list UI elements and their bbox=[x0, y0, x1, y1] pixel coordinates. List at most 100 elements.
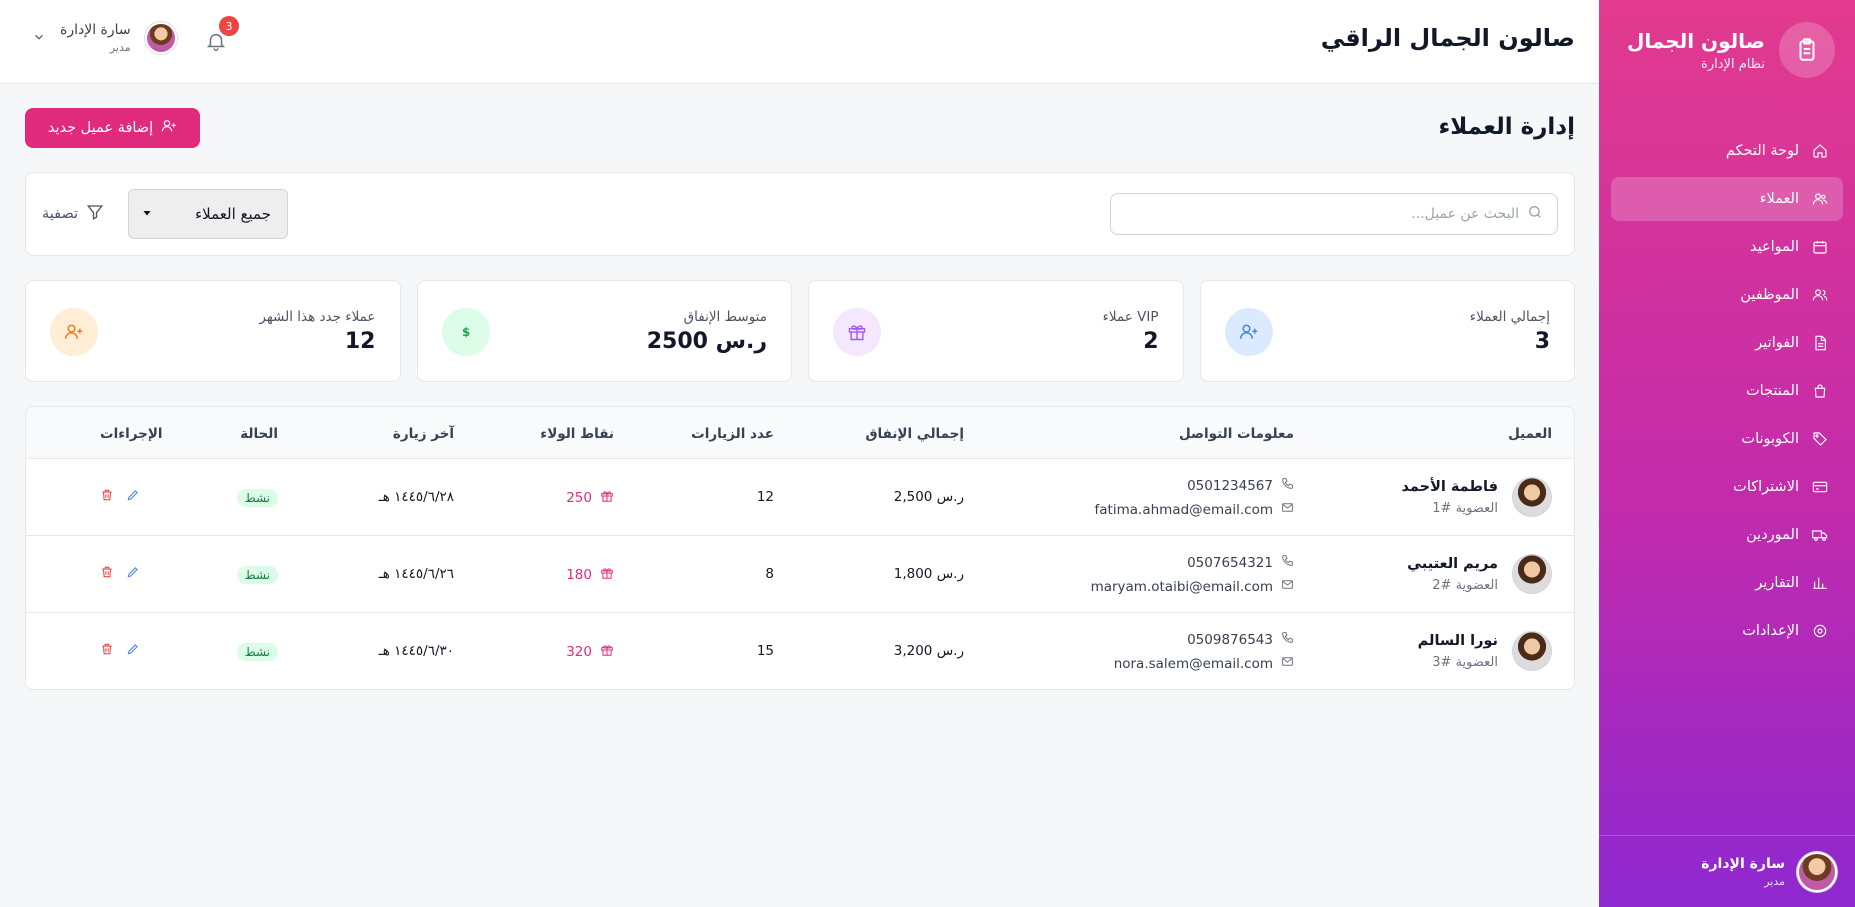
brand-title: صالون الجمال bbox=[1627, 28, 1765, 53]
brand: صالون الجمال نظام الإدارة bbox=[1599, 0, 1855, 78]
sidebar-item-label: الفواتير bbox=[1755, 335, 1799, 351]
stat-value: 3 bbox=[1534, 329, 1550, 354]
client-filter-select[interactable]: جميع العملاء bbox=[128, 189, 288, 239]
stat-value: 2 bbox=[1143, 329, 1159, 354]
sidebar-item-home[interactable]: لوحة التحكم bbox=[1611, 129, 1843, 173]
sidebar-item-tag[interactable]: الكوبونات bbox=[1611, 417, 1843, 461]
client-name: نورا السالم bbox=[1417, 633, 1498, 649]
brand-subtitle: نظام الإدارة bbox=[1701, 56, 1765, 72]
home-icon bbox=[1811, 142, 1829, 160]
chevron-down-icon[interactable] bbox=[32, 29, 46, 48]
sidebar-item-card[interactable]: الاشتراكات bbox=[1611, 465, 1843, 509]
total-spend: 1,800 ر.س bbox=[893, 566, 964, 582]
edit-icon[interactable] bbox=[126, 642, 140, 656]
gift-icon bbox=[600, 643, 614, 661]
th-client: العميل bbox=[1508, 426, 1552, 442]
dollar-icon: $ bbox=[441, 308, 490, 356]
sidebar-item-settings[interactable]: الإعدادات bbox=[1611, 609, 1843, 653]
edit-icon[interactable] bbox=[126, 565, 140, 579]
membership-number: العضوية #2 bbox=[1432, 578, 1498, 593]
stats-row: إجمالي العملاء 3 عملاء VIP 2 متوسط الإنف… bbox=[25, 280, 1575, 382]
phone-value: 0507654321 bbox=[1187, 554, 1273, 571]
sidebar-item-label: التقارير bbox=[1755, 575, 1799, 591]
add-client-label: إضافة عميل جديد bbox=[47, 120, 154, 136]
total-spend: 3,200 ر.س bbox=[893, 643, 964, 659]
client-name: مريم العتيبي bbox=[1407, 556, 1498, 572]
search-input[interactable] bbox=[1139, 206, 1519, 222]
gift-icon bbox=[600, 489, 614, 507]
clients-table: العميل معلومات التواصل إجمالي الإنفاق عد… bbox=[25, 406, 1575, 690]
phone-icon bbox=[1281, 554, 1294, 571]
email-value: fatima.ahmad@email.com bbox=[1094, 501, 1273, 518]
funnel-icon bbox=[86, 203, 104, 225]
phone-value: 0509876543 bbox=[1187, 631, 1273, 648]
calendar-icon bbox=[1811, 238, 1829, 256]
sidebar-user[interactable]: سارة الإدارة مدير bbox=[1599, 835, 1855, 907]
search-box[interactable] bbox=[1110, 193, 1558, 235]
sidebar-item-staff[interactable]: الموظفين bbox=[1611, 273, 1843, 317]
phone-icon bbox=[1281, 477, 1294, 494]
chevron-down-icon bbox=[141, 205, 153, 223]
users-icon bbox=[1811, 190, 1829, 208]
add-client-button[interactable]: إضافة عميل جديد bbox=[25, 108, 200, 148]
client-phone: 0501234567 bbox=[1187, 477, 1294, 494]
th-points: نقاط الولاء bbox=[540, 426, 614, 442]
membership-number: العضوية #3 bbox=[1432, 655, 1498, 670]
stat-card: متوسط الإنفاق 2500 ر.س $ bbox=[416, 280, 792, 382]
gift-icon bbox=[833, 308, 881, 356]
user-menu[interactable]: سارة الإدارة مدير bbox=[32, 22, 177, 54]
notification-badge: 3 bbox=[219, 16, 239, 36]
sidebar-item-invoice[interactable]: الفواتير bbox=[1611, 321, 1843, 365]
total-spend: 2,500 ر.س bbox=[893, 489, 964, 505]
gift-icon bbox=[600, 566, 614, 584]
stat-label: عملاء VIP bbox=[1102, 309, 1159, 325]
client-phone: 0507654321 bbox=[1187, 554, 1294, 571]
table-row: مريم العتيبي العضوية #2 0507654321 marya… bbox=[26, 536, 1574, 613]
filter-button[interactable]: تصفية bbox=[42, 203, 104, 225]
sidebar-item-bar-chart[interactable]: التقارير bbox=[1611, 561, 1843, 605]
mail-icon bbox=[1281, 501, 1294, 518]
truck-icon bbox=[1811, 526, 1829, 544]
th-spend: إجمالي الإنفاق bbox=[865, 426, 964, 442]
bar-chart-icon bbox=[1811, 574, 1829, 592]
avatar bbox=[1512, 477, 1552, 517]
top-header: صالون الجمال الراقي سارة الإدارة مدير 3 bbox=[0, 0, 1599, 84]
avatar bbox=[1512, 631, 1552, 671]
trash-icon[interactable] bbox=[100, 488, 114, 502]
row-actions bbox=[100, 642, 140, 656]
trash-icon[interactable] bbox=[100, 565, 114, 579]
filter-label: تصفية bbox=[42, 206, 79, 222]
invoice-icon bbox=[1811, 334, 1829, 352]
th-visits: عدد الزيارات bbox=[691, 426, 774, 442]
page-header-title: صالون الجمال الراقي bbox=[1320, 24, 1575, 52]
sidebar-item-truck[interactable]: الموردين bbox=[1611, 513, 1843, 557]
phone-icon bbox=[1281, 631, 1294, 648]
loyalty-points: 320 bbox=[566, 643, 614, 661]
sidebar-item-users[interactable]: العملاء bbox=[1611, 177, 1843, 221]
settings-icon bbox=[1811, 622, 1829, 640]
bag-icon bbox=[1811, 382, 1829, 400]
trash-icon[interactable] bbox=[100, 642, 114, 656]
phone-value: 0501234567 bbox=[1187, 477, 1273, 494]
visit-count: 12 bbox=[756, 489, 774, 505]
client-email: fatima.ahmad@email.com bbox=[1095, 501, 1294, 518]
edit-icon[interactable] bbox=[126, 488, 140, 502]
sidebar-item-label: الإعدادات bbox=[1742, 623, 1799, 639]
stat-value: 2500 ر.س bbox=[646, 329, 767, 354]
th-status: الحالة bbox=[240, 426, 278, 442]
staff-icon bbox=[1811, 286, 1829, 304]
stat-card: إجمالي العملاء 3 bbox=[1199, 280, 1575, 382]
sidebar-item-bag[interactable]: المنتجات bbox=[1611, 369, 1843, 413]
mail-icon bbox=[1281, 578, 1294, 595]
sidebar-item-calendar[interactable]: المواعيد bbox=[1611, 225, 1843, 269]
sidebar-item-label: الاشتراكات bbox=[1733, 479, 1799, 495]
svg-text:$: $ bbox=[461, 325, 469, 339]
avatar bbox=[1797, 851, 1837, 892]
sidebar-nav: لوحة التحكم العملاء المواعيد الموظفين ال… bbox=[1611, 129, 1843, 657]
select-value: جميع العملاء bbox=[195, 205, 271, 223]
client-email: nora.salem@email.com bbox=[1114, 655, 1294, 672]
visit-count: 8 bbox=[765, 566, 774, 582]
header-user-role: مدير bbox=[109, 41, 131, 54]
client-phone: 0509876543 bbox=[1187, 631, 1294, 648]
user-plus-icon bbox=[161, 118, 177, 138]
